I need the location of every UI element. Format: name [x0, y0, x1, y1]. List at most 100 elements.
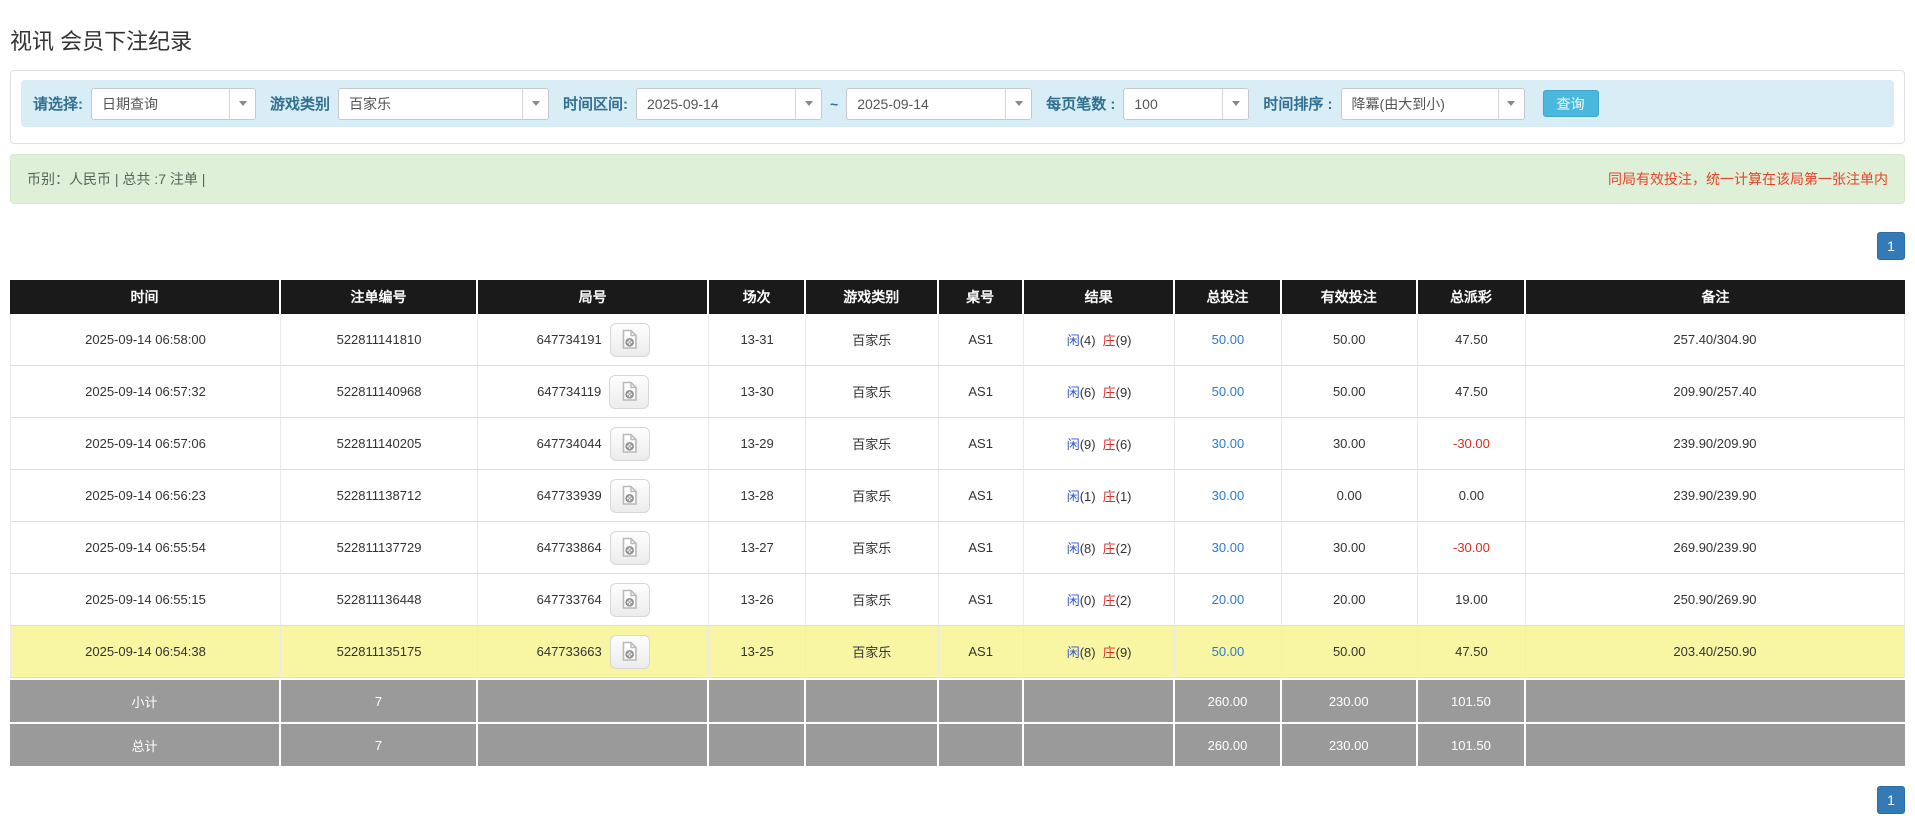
cell-note: 257.40/304.90	[1525, 314, 1905, 366]
bet-amount-link[interactable]: 50.00	[1212, 384, 1245, 399]
cell-payout: 47.50	[1417, 314, 1526, 366]
sort-order-group: 时间排序 : 降冪(由大到小)	[1263, 87, 1525, 120]
result-player-label: 闲	[1066, 645, 1080, 660]
cell-valid-bet: 20.00	[1281, 574, 1418, 626]
filter-panel: 请选择: 日期查询 游戏类别 百家乐 时间区间: 2025-09-14 ~ 20…	[10, 70, 1905, 144]
pagination-top: 1	[10, 232, 1905, 260]
table-row: 2025-09-14 06:57:06 522811140205 6477340…	[10, 418, 1905, 470]
table-header-row: 时间 注单编号 局号 场次 游戏类别 桌号 结果 总投注 有效投注 总派彩 备注	[10, 280, 1905, 314]
cell-time: 2025-09-14 06:56:23	[10, 470, 281, 522]
per-page-value: 100	[1134, 95, 1158, 112]
cell-bet-number: 522811140205	[280, 418, 479, 470]
bet-amount-link[interactable]: 30.00	[1212, 540, 1245, 555]
cell-valid-bet: 50.00	[1281, 314, 1418, 366]
result-banker-label: 庄	[1102, 593, 1116, 608]
video-replay-button[interactable]	[609, 582, 650, 617]
date-range-label: 时间区间:	[563, 96, 629, 113]
game-type-select[interactable]: 百家乐	[338, 87, 550, 120]
video-replay-button[interactable]	[609, 530, 650, 565]
cell-round-number: 647733663	[478, 626, 710, 678]
cell-total-bet: 50.00	[1175, 314, 1282, 366]
result-player-label: 闲	[1066, 489, 1080, 504]
chevron-down-icon	[522, 88, 549, 119]
result-player-label: 闲	[1066, 333, 1080, 348]
bet-amount-link[interactable]: 50.00	[1212, 332, 1245, 347]
bet-amount-link[interactable]: 20.00	[1212, 592, 1245, 607]
search-button[interactable]: 查询	[1542, 90, 1599, 117]
video-replay-button[interactable]	[609, 426, 650, 461]
footer-empty	[1525, 722, 1905, 766]
column-header-9: 有效投注	[1281, 280, 1418, 314]
valid-bet-note-text: 同局有效投注，统一计算在该局第一张注单内	[1608, 171, 1888, 187]
cell-total-bet: 50.00	[1175, 366, 1282, 418]
cell-game-type: 百家乐	[805, 366, 939, 418]
video-replay-button[interactable]	[609, 634, 650, 669]
date-to-select[interactable]: 2025-09-14	[846, 87, 1033, 120]
round-number-text: 647734191	[536, 332, 602, 347]
result-banker-score: (2)	[1115, 593, 1132, 608]
page-title: 视讯 会员下注纪录	[10, 29, 193, 54]
query-type-label: 请选择:	[33, 96, 83, 113]
summary-bar: 币别：人民币 | 总共 :7 注单 | 同局有效投注，统一计算在该局第一张注单内	[10, 154, 1905, 204]
column-header-1: 时间	[10, 280, 281, 314]
page-button-1[interactable]: 1	[1877, 786, 1905, 814]
result-banker-label: 庄	[1102, 385, 1116, 400]
query-type-value: 日期查询	[102, 95, 158, 112]
cell-payout: 47.50	[1417, 626, 1526, 678]
cell-time: 2025-09-14 06:58:00	[10, 314, 281, 366]
footer-empty	[1525, 678, 1905, 722]
video-replay-button[interactable]	[609, 478, 650, 513]
sort-order-label: 时间排序 :	[1263, 96, 1333, 113]
round-number-text: 647733864	[536, 540, 602, 555]
bet-amount-link[interactable]: 30.00	[1212, 436, 1245, 451]
footer-count: 7	[280, 678, 479, 722]
per-page-select[interactable]: 100	[1123, 87, 1250, 120]
cell-session: 13-28	[709, 470, 806, 522]
cell-time: 2025-09-14 06:55:54	[10, 522, 281, 574]
result-banker-score: (9)	[1115, 385, 1132, 400]
date-from-select[interactable]: 2025-09-14	[636, 87, 823, 120]
result-banker-label: 庄	[1102, 437, 1116, 452]
table-row: 2025-09-14 06:55:54 522811137729 6477338…	[10, 522, 1905, 574]
cell-round-number: 647734191	[478, 314, 710, 366]
video-file-icon	[622, 641, 637, 661]
cell-table-number: AS1	[938, 626, 1024, 678]
video-file-icon	[622, 381, 637, 401]
video-replay-button[interactable]	[609, 374, 650, 409]
cell-result: 闲(9) 庄(6)	[1023, 418, 1176, 470]
result-player-score: (8)	[1079, 541, 1096, 556]
cell-valid-bet: 50.00	[1281, 626, 1418, 678]
cell-session: 13-26	[709, 574, 806, 626]
cell-game-type: 百家乐	[805, 522, 939, 574]
cell-note: 239.90/209.90	[1525, 418, 1905, 470]
bet-amount-link[interactable]: 30.00	[1212, 488, 1245, 503]
footer-count: 7	[280, 722, 479, 766]
cell-note: 209.90/257.40	[1525, 366, 1905, 418]
cell-time: 2025-09-14 06:54:38	[10, 626, 281, 678]
round-number-text: 647733764	[536, 592, 602, 607]
footer-empty	[805, 722, 939, 766]
game-type-value: 百家乐	[349, 95, 392, 112]
video-replay-button[interactable]	[609, 322, 650, 357]
sort-order-select[interactable]: 降冪(由大到小)	[1340, 87, 1525, 120]
round-number-text: 647734119	[537, 384, 602, 399]
cell-valid-bet: 30.00	[1281, 418, 1418, 470]
records-table: 时间 注单编号 局号 场次 游戏类别 桌号 结果 总投注 有效投注 总派彩 备注 2025-09-1…	[10, 280, 1905, 766]
column-header-7: 结果	[1023, 280, 1176, 314]
cell-note: 239.90/239.90	[1525, 470, 1905, 522]
cell-total-bet: 30.00	[1175, 522, 1282, 574]
footer-empty	[938, 678, 1024, 722]
query-type-select[interactable]: 日期查询	[91, 87, 256, 120]
result-player-score: (9)	[1079, 437, 1096, 452]
pagination-bottom: 1	[10, 786, 1905, 822]
cell-payout: -30.00	[1417, 418, 1526, 470]
result-banker-score: (9)	[1115, 333, 1132, 348]
bet-amount-link[interactable]: 50.00	[1212, 644, 1245, 659]
result-banker-label: 庄	[1102, 645, 1116, 660]
footer-empty	[709, 722, 806, 766]
table-row: 2025-09-14 06:54:38 522811135175 6477336…	[10, 626, 1905, 678]
result-banker-label: 庄	[1102, 489, 1116, 504]
page-button-1[interactable]: 1	[1877, 232, 1905, 260]
result-player-score: (1)	[1079, 489, 1096, 504]
cell-note: 203.40/250.90	[1525, 626, 1905, 678]
